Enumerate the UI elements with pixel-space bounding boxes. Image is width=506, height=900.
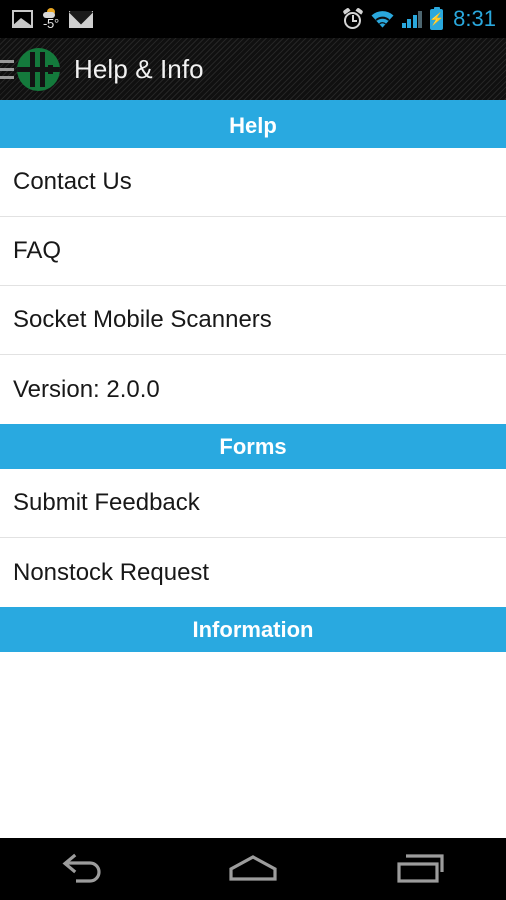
battery-charging-icon: ⚡ xyxy=(429,8,444,30)
section-header-information: Information xyxy=(0,607,506,652)
recents-icon[interactable] xyxy=(367,838,477,900)
status-bar: -5° ⚡ 8:31 xyxy=(0,0,506,38)
list-item-submit-feedback[interactable]: Submit Feedback xyxy=(0,469,506,538)
cloud-icon xyxy=(43,12,55,18)
home-icon[interactable] xyxy=(198,838,308,900)
list-item-contact-us[interactable]: Contact Us xyxy=(0,148,506,217)
action-bar: Help & Info xyxy=(0,38,506,103)
page-title: Help & Info xyxy=(74,53,204,84)
list-item-faq[interactable]: FAQ xyxy=(0,217,506,286)
status-bar-left-icons: -5° xyxy=(12,8,343,30)
list-item-version: Version: 2.0.0 xyxy=(0,355,506,424)
section-header-forms: Forms xyxy=(0,424,506,469)
hamburger-menu-icon[interactable] xyxy=(0,56,14,82)
weather-temperature: -5° xyxy=(43,16,59,31)
mail-icon xyxy=(68,10,93,28)
weather-icon: -5° xyxy=(43,8,59,30)
content-list: Help Contact Us FAQ Socket Mobile Scanne… xyxy=(0,103,506,838)
section-header-help: Help xyxy=(0,103,506,148)
list-item-socket-mobile-scanners[interactable]: Socket Mobile Scanners xyxy=(0,286,506,355)
status-bar-clock: 8:31 xyxy=(453,6,496,31)
back-icon[interactable] xyxy=(29,838,139,900)
list-item-nonstock-request[interactable]: Nonstock Request xyxy=(0,538,506,607)
android-navigation-bar xyxy=(0,838,506,900)
gallery-icon xyxy=(12,10,33,28)
signal-icon xyxy=(401,10,423,28)
app-logo-icon[interactable] xyxy=(17,47,60,91)
status-bar-right-icons: ⚡ 8:31 xyxy=(342,6,496,31)
alarm-icon xyxy=(342,7,364,29)
wifi-icon xyxy=(371,10,394,28)
